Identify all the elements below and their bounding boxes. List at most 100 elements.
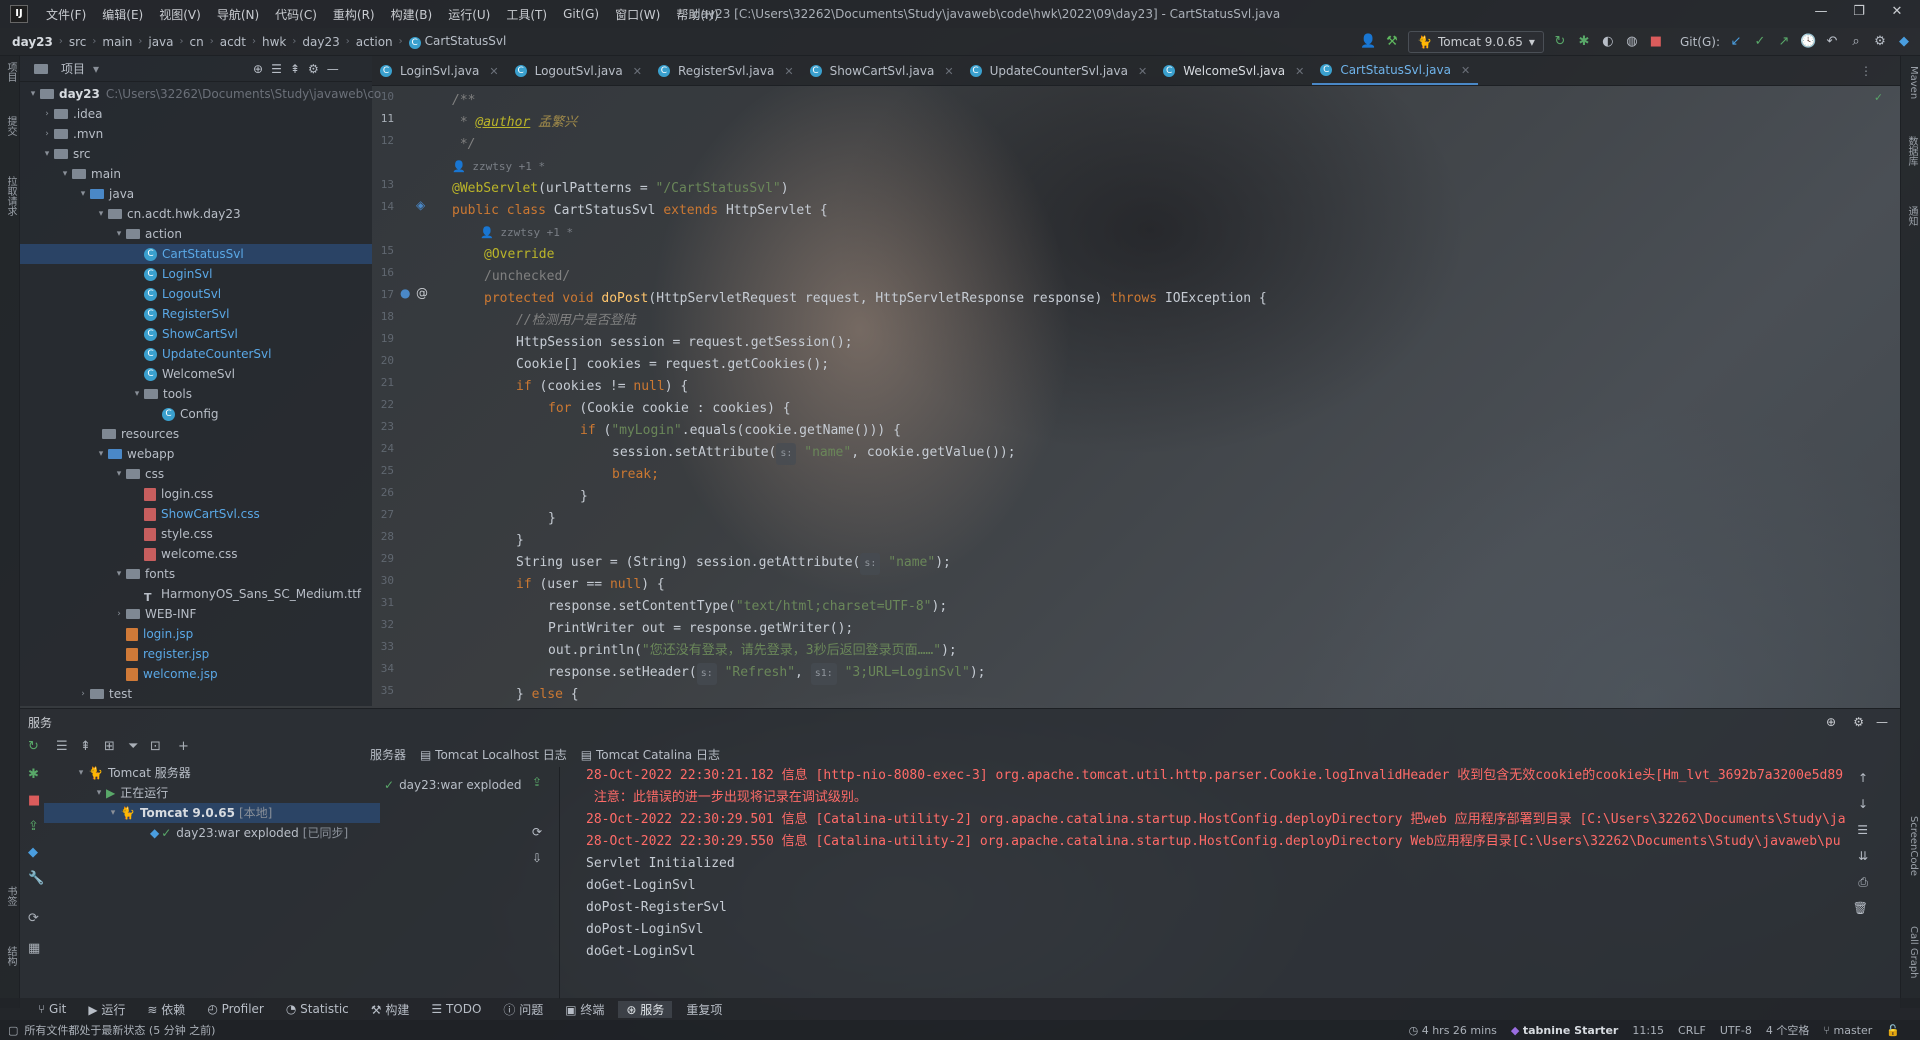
git-update-icon[interactable]: ↙ [1728,34,1744,50]
tree-item-main[interactable]: ▾ main [58,164,121,184]
tree-item-logoutsvl[interactable]: C LogoutSvl [144,284,221,304]
gear-icon[interactable]: ⚙ [1853,715,1864,729]
tab-build[interactable]: ⚒ 构建 [363,1001,418,1018]
menu-file[interactable]: 文件(F) [38,6,94,23]
tab-localhost-log[interactable]: ▤ Tomcat Localhost 日志 [420,746,567,763]
tab-todo[interactable]: ☰ TODO [423,1002,489,1016]
inspection-ok-icon[interactable]: ✓ [1875,90,1882,104]
hide-icon[interactable]: — [1876,715,1888,729]
close-icon[interactable]: ✕ [1461,64,1470,77]
close-icon[interactable]: ✕ [1295,65,1304,78]
breadcrumb-day23[interactable]: day23 [296,35,345,49]
tab-cartstatussvl[interactable]: C CartStatusSvl.java ✕ [1312,57,1479,85]
soft-wrap-icon[interactable]: ☰ [1857,823,1868,837]
close-button[interactable]: ✕ [1880,4,1914,24]
breadcrumb-acdt[interactable]: acdt [214,35,252,49]
layout-icon[interactable]: ▦ [28,941,40,956]
restore-button[interactable]: ❐ [1842,4,1876,24]
breadcrumb-cn[interactable]: cn [184,35,210,49]
tree-item-welcome-css[interactable]: welcome.css [144,544,237,564]
git-push-icon[interactable]: ↗ [1776,34,1792,50]
breadcrumb-java[interactable]: java [142,35,179,49]
tree-item-showcart-css[interactable]: ShowCartSvl.css [144,504,260,524]
tree-tomcat-servers[interactable]: ▾ 🐈 Tomcat 服务器 [74,763,191,783]
menu-run[interactable]: 运行(U) [440,6,498,23]
coverage-icon[interactable]: ◐ [1600,34,1616,50]
breadcrumb-action[interactable]: action [350,35,399,49]
refresh-icon[interactable]: ⟳ [532,825,542,839]
tab-duplicates[interactable]: 重复项 [678,1001,730,1018]
tree-item-login-jsp[interactable]: login.jsp [126,624,193,644]
tab-welcomesvl[interactable]: C WelcomeSvl.java ✕ [1155,57,1312,85]
author-hint[interactable]: 👤 zzwtsy +1 * [452,156,545,178]
collapse-all-icon[interactable]: ⇞ [80,739,91,754]
settings-gear-icon[interactable]: ⚙ [1872,34,1888,50]
debug-icon[interactable]: ✱ [28,767,39,782]
stop-icon[interactable]: ■ [28,793,40,808]
tree-item-resources[interactable]: resources [102,424,179,444]
annotation-gutter-icon[interactable]: @ [416,286,428,300]
tree-item-login-css[interactable]: login.css [144,484,213,504]
tree-item-style-css[interactable]: style.css [144,524,213,544]
run-config-selector[interactable]: 🐈 Tomcat 9.0.65 ▾ [1408,31,1544,53]
scroll-to-end-icon[interactable]: ⇊ [1858,849,1868,863]
tree-item-java[interactable]: ▾ java [76,184,134,204]
tree-artifact[interactable]: ◆ ✓ day23:war exploded [已同步] [150,823,348,843]
tab-loginsvl[interactable]: C LoginSvl.java ✕ [372,57,507,85]
undo-icon[interactable]: ↶ [1824,34,1840,50]
tree-item-webapp[interactable]: ▾ webapp [94,444,175,464]
tree-item-web-inf[interactable]: › WEB-INF [112,604,196,624]
scroll-up-icon[interactable]: ↑ [1858,771,1868,785]
tab-profiler[interactable]: ◴ Profiler [199,1002,272,1016]
status-tabnine[interactable]: ◆ tabnine Starter [1511,1024,1618,1037]
strip-maven[interactable]: Maven [1903,66,1919,99]
menu-window[interactable]: 窗口(W) [607,6,668,23]
status-line-separator[interactable]: CRLF [1678,1024,1706,1037]
filter-icon[interactable]: ⏷ [128,739,138,754]
hide-icon[interactable]: — [327,62,339,76]
tree-item-welcomesvl[interactable]: C WelcomeSvl [144,364,235,384]
project-panel-title[interactable]: 项目 [61,60,85,77]
tab-showcartsvl[interactable]: C ShowCartSvl.java ✕ [802,57,962,85]
tree-item-loginsvl[interactable]: C LoginSvl [144,264,212,284]
deployment-item[interactable]: ✓ day23:war exploded [384,775,522,795]
implements-gutter-icon[interactable]: ◈ [416,198,425,212]
tab-services[interactable]: ⊛ 服务 [618,1000,673,1018]
tree-item-config[interactable]: C Config [162,404,219,424]
tab-dependencies[interactable]: ≋ 依赖 [139,1001,193,1018]
tab-catalina-log[interactable]: ▤ Tomcat Catalina 日志 [581,746,720,763]
print-icon[interactable]: ⎙ [1858,875,1868,890]
tab-git[interactable]: ⑂ Git [30,1002,74,1016]
history-icon[interactable]: 🕓 [1800,34,1816,50]
author-hint[interactable]: 👤 zzwtsy +1 * [480,222,573,244]
user-icon[interactable]: 👤 [1360,34,1376,50]
rerun-icon[interactable]: ↻ [1552,34,1568,50]
build-hammer-icon[interactable]: ⚒ [1384,34,1400,50]
strip-bookmarks[interactable]: 书签 [2,886,18,906]
tree-tomcat-instance[interactable]: ▾ 🐈 Tomcat 9.0.65 [本地] [44,803,380,823]
status-indent[interactable]: 4 个空格 [1766,1022,1810,1038]
tree-item-src[interactable]: ▾ src [40,144,91,164]
tree-item-action[interactable]: ▾ action [112,224,182,244]
rerun-icon[interactable]: ↻ [28,739,39,754]
menu-refactor[interactable]: 重构(R) [325,6,383,23]
scroll-down-icon[interactable]: ↓ [1858,797,1868,811]
close-icon[interactable]: ✕ [944,65,953,78]
menu-code[interactable]: 代码(C) [267,6,325,23]
tree-item-welcome-jsp[interactable]: welcome.jsp [126,664,218,684]
refresh-icon[interactable]: ⟳ [28,911,39,926]
artifact-icon[interactable]: ◆ [28,845,38,860]
plugin-icon[interactable]: ◆ [1896,34,1912,50]
tree-item-showcartsvl[interactable]: C ShowCartSvl [144,324,238,344]
tab-updatecountersvl[interactable]: C UpdateCounterSvl.java ✕ [962,57,1156,85]
breadcrumb-src[interactable]: src [63,35,93,49]
menu-tools[interactable]: 工具(T) [498,6,555,23]
status-message[interactable]: 所有文件都处于最新状态 (5 分钟 之前) [24,1022,215,1038]
status-branch[interactable]: ⑂ master [1823,1024,1872,1037]
gear-icon[interactable]: ⚙ [308,62,319,76]
tree-item-registersvl[interactable]: C RegisterSvl [144,304,229,324]
breadcrumb-main[interactable]: main [96,35,138,49]
status-caret-position[interactable]: 11:15 [1632,1024,1664,1037]
collapse-all-icon[interactable]: ⇞ [290,62,300,76]
locate-icon[interactable]: ⊕ [253,62,263,76]
